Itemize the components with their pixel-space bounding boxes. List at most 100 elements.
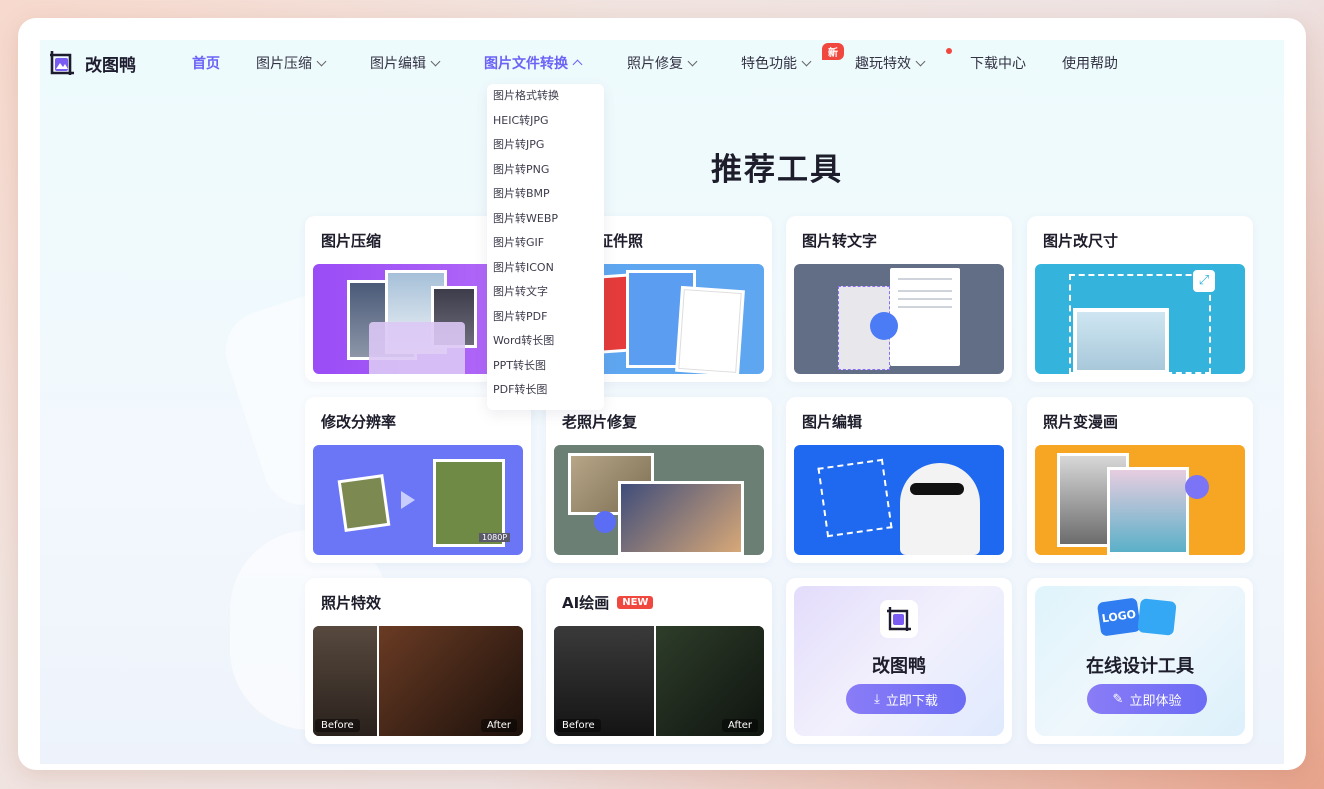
nav-download-center[interactable]: 下载中心 <box>970 53 1026 73</box>
card-image <box>1035 445 1245 555</box>
nav-label: 趣玩特效 <box>855 56 911 72</box>
photo-frame <box>1107 467 1189 555</box>
dropdown-item[interactable]: 图片转PNG <box>487 158 604 183</box>
chevron-down-icon <box>430 56 441 66</box>
chevron-down-icon <box>687 56 698 66</box>
promo-background: LOGO 在线设计工具 ✎ 立即体验 <box>1035 586 1245 736</box>
card-image <box>794 264 1004 374</box>
pencil-icon: ✎ <box>1112 691 1124 707</box>
cat-image <box>900 463 980 555</box>
dropdown-item[interactable]: HEIC转JPG <box>487 109 604 134</box>
after-label: After <box>480 719 517 732</box>
promo-background: 改图鸭 ⤓ 立即下载 <box>794 586 1004 736</box>
chevron-down-icon <box>915 56 926 66</box>
promo-card-design-tool: LOGO 在线设计工具 ✎ 立即体验 <box>1027 578 1253 744</box>
button-label: 立即体验 <box>1129 693 1182 709</box>
card-title: 图片转文字 <box>802 232 878 250</box>
dropdown-item[interactable]: 图片转ICON <box>487 256 604 281</box>
nav-photo-repair[interactable]: 照片修复 <box>627 53 698 73</box>
photo-frame <box>337 474 391 532</box>
try-now-button[interactable]: ✎ 立即体验 <box>1087 684 1207 714</box>
tool-card-photo-to-comic[interactable]: 照片变漫画 <box>1027 397 1253 563</box>
chevron-down-icon <box>316 56 327 66</box>
logo-icon <box>50 51 74 75</box>
arrow-icon <box>594 511 616 533</box>
brush-icon <box>1185 475 1209 499</box>
nav-home[interactable]: 首页 <box>192 53 220 73</box>
notification-dot <box>946 48 952 54</box>
nav-label: 首页 <box>192 56 220 72</box>
photo-frame <box>618 481 744 555</box>
selection-frame <box>817 458 893 538</box>
dropdown-item[interactable]: 图片转文字 <box>487 280 604 305</box>
dropdown-item[interactable]: PPT转长图 <box>487 354 604 379</box>
dropdown-item[interactable]: 图片转PDF <box>487 305 604 330</box>
before-label: Before <box>556 719 601 732</box>
browser-frame: 改图鸭 首页 图片压缩 图片编辑 图片文件转换 照片修复 特色功能 新 趣玩特效… <box>18 18 1306 770</box>
tool-card-resolution[interactable]: 修改分辨率 1080P <box>305 397 531 563</box>
dropdown-item[interactable]: 图片转JPG <box>487 133 604 158</box>
before-label: Before <box>315 719 360 732</box>
dropdown-item[interactable]: Word转长图 <box>487 329 604 354</box>
card-title: 图片编辑 <box>802 413 863 431</box>
nav-label: 照片修复 <box>627 56 683 72</box>
tool-card-resize[interactable]: 图片改尺寸 ⤢ <box>1027 216 1253 382</box>
nav-label: 下载中心 <box>970 56 1026 72</box>
card-image <box>554 445 764 555</box>
new-tag: NEW <box>617 596 654 609</box>
nav-special-features[interactable]: 特色功能 <box>741 53 812 73</box>
card-title: 照片变漫画 <box>1043 413 1119 431</box>
dropdown-item[interactable]: PDF转长图 <box>487 378 604 403</box>
arrow-icon <box>870 312 898 340</box>
download-button[interactable]: ⤓ 立即下载 <box>846 684 966 714</box>
tool-card-old-photo-repair[interactable]: 老照片修复 <box>546 397 772 563</box>
nav-fun-effects[interactable]: 趣玩特效 <box>855 53 926 73</box>
card-title: AI绘画 NEW <box>562 592 654 613</box>
chevron-up-icon <box>572 59 583 70</box>
card-title: 图片改尺寸 <box>1043 232 1119 250</box>
resolution-label: 1080P <box>479 533 511 542</box>
nav-help[interactable]: 使用帮助 <box>1062 53 1118 73</box>
dropdown-item[interactable]: 图片转WEBP <box>487 207 604 232</box>
button-label: 立即下载 <box>885 693 938 709</box>
card-title-text: AI绘画 <box>562 594 610 612</box>
nav-label: 图片压缩 <box>256 56 312 72</box>
dropdown-item[interactable]: 图片转BMP <box>487 182 604 207</box>
card-title: 图片压缩 <box>321 232 382 250</box>
tool-card-photo-effects[interactable]: 照片特效 Before After <box>305 578 531 744</box>
chevron-down-icon <box>801 56 812 66</box>
photo-frame <box>675 285 745 374</box>
card-title: 修改分辨率 <box>321 413 397 431</box>
tool-card-image-to-text[interactable]: 图片转文字 <box>786 216 1012 382</box>
dropdown-item[interactable]: 图片格式转换 <box>487 84 604 109</box>
card-image: 1080P <box>313 445 523 555</box>
photo-frame <box>1073 308 1169 374</box>
download-icon: ⤓ <box>874 691 880 707</box>
file-convert-dropdown: 图片格式转换 HEIC转JPG 图片转JPG 图片转PNG 图片转BMP 图片转… <box>487 84 604 410</box>
dropdown-item[interactable]: 图片转GIF <box>487 231 604 256</box>
sunglasses-icon <box>910 483 964 495</box>
logo-text: 改图鸭 <box>85 55 136 76</box>
pen-tool-icon <box>1137 598 1177 636</box>
page: 改图鸭 首页 图片压缩 图片编辑 图片文件转换 照片修复 特色功能 新 趣玩特效… <box>40 40 1284 764</box>
card-image: Before After <box>313 626 523 736</box>
tool-card-ai-drawing[interactable]: AI绘画 NEW Before After <box>546 578 772 744</box>
logo-design-icon: LOGO <box>1096 597 1142 637</box>
card-title: 老照片修复 <box>562 413 638 431</box>
nav-label: 使用帮助 <box>1062 56 1118 72</box>
nav-label: 图片文件转换 <box>484 56 568 72</box>
nav-image-edit[interactable]: 图片编辑 <box>370 53 441 73</box>
nav-image-compress[interactable]: 图片压缩 <box>256 53 327 73</box>
zip-folder <box>369 322 465 374</box>
tool-card-image-edit[interactable]: 图片编辑 <box>786 397 1012 563</box>
card-title: 照片特效 <box>321 594 382 612</box>
text-document <box>890 268 960 366</box>
expand-icon: ⤢ <box>1193 270 1215 292</box>
card-image: Before After <box>554 626 764 736</box>
new-badge: 新 <box>822 43 844 60</box>
nav-label: 图片编辑 <box>370 56 426 72</box>
arrow-right-icon <box>401 491 415 509</box>
logo[interactable]: 改图鸭 <box>47 48 136 78</box>
nav-file-convert[interactable]: 图片文件转换 <box>484 53 583 73</box>
promo-card-app: 改图鸭 ⤓ 立即下载 <box>786 578 1012 744</box>
